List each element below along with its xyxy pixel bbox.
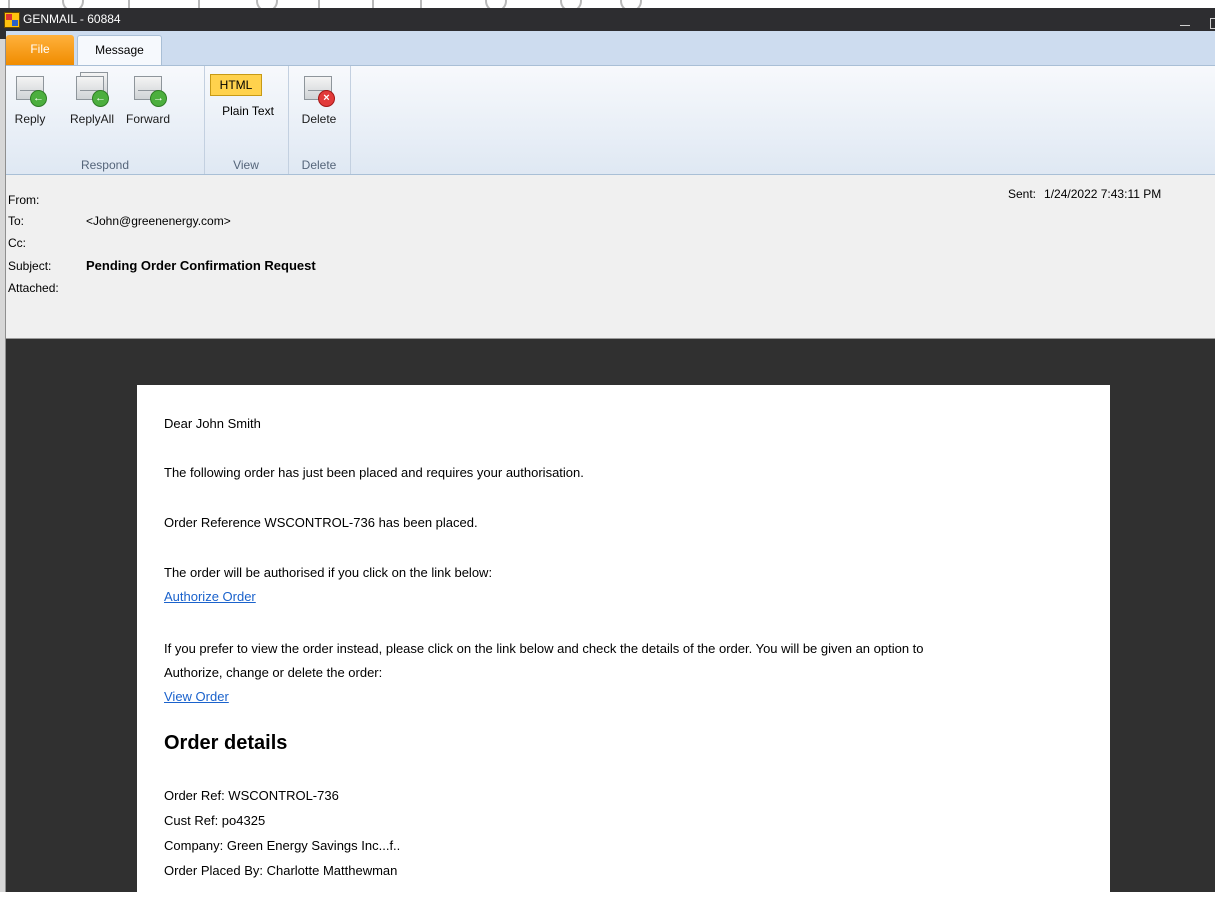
order-ref: Order Ref: WSCONTROL-736 (164, 788, 339, 803)
sent-label: Sent: (1008, 187, 1037, 201)
forward-button[interactable]: → Forward (122, 70, 174, 140)
order-details-heading: Order details (164, 732, 288, 754)
reply-all-button[interactable]: ← ReplyAll (64, 70, 120, 140)
body-line-3: The order will be authorised if you clic… (164, 565, 493, 580)
body-line-4b: Authorize, change or delete the order: (164, 665, 383, 680)
company: Company: Green Energy Savings Inc...f.. (164, 838, 401, 853)
subject-value: Pending Order Confirmation Request (86, 258, 316, 273)
cc-label: Cc: (8, 236, 26, 250)
attached-label: Attached: (8, 281, 59, 295)
html-view-toggle[interactable]: HTML (210, 74, 262, 96)
body-line-1: The following order has just been placed… (164, 465, 584, 480)
view-order-link[interactable]: View Order (164, 689, 229, 704)
authorize-order-link[interactable]: Authorize Order (164, 589, 256, 604)
delete-group-label: Delete (301, 158, 337, 172)
reply-arrow-icon: ← (30, 90, 47, 107)
order-placed-by: Order Placed By: Charlotte Matthewman (164, 863, 398, 878)
respond-group-label: Respond (80, 158, 130, 172)
forward-arrow-icon: → (150, 90, 167, 107)
body-line-2: Order Reference WSCONTROL-736 has been p… (164, 515, 478, 530)
tab-message[interactable]: Message (77, 35, 162, 65)
view-group-label: View (233, 158, 259, 172)
bottom-edge (0, 892, 1215, 900)
reply-all-arrow-icon: ← (92, 90, 109, 107)
cust-ref: Cust Ref: po4325 (164, 813, 266, 828)
from-label: From: (8, 193, 40, 207)
sent-info: Sent: 1/24/2022 7:43:11 PM (1008, 187, 1161, 201)
to-value: <John@greenenergy.com> (86, 214, 231, 228)
background-toolbar-remnant (0, 0, 690, 8)
ribbon-tab-row: File Message (6, 31, 1215, 65)
maximize-icon (1209, 18, 1215, 30)
to-label: To: (8, 214, 25, 228)
ribbon: File Message ← Reply ← ReplyAll → Forwar… (6, 31, 1215, 175)
body-line-4a: If you prefer to view the order instead,… (164, 641, 924, 656)
ribbon-panel: ← Reply ← ReplyAll → Forward Respond Vie… (6, 65, 1215, 175)
delete-x-icon: × (318, 90, 335, 107)
greeting: Dear John Smith (164, 416, 261, 431)
plain-text-view-toggle[interactable]: Plain Text (211, 104, 285, 118)
delete-group: × Delete Delete (288, 66, 351, 174)
reply-button[interactable]: ← Reply (10, 70, 50, 140)
window-title: GENMAIL - 60884 (23, 12, 121, 26)
app-icon[interactable] (4, 12, 20, 28)
message-body-area[interactable]: Dear John Smith The following order has … (6, 339, 1215, 892)
respond-group: ← Reply ← ReplyAll → Forward Respond (6, 66, 205, 174)
sent-value: 1/24/2022 7:43:11 PM (1044, 187, 1162, 201)
delete-button[interactable]: × Delete (294, 70, 344, 140)
subject-label: Subject: (8, 259, 52, 273)
tab-file[interactable]: File (6, 35, 74, 65)
message-page: Dear John Smith The following order has … (137, 385, 1110, 892)
minimize-icon (1180, 25, 1190, 27)
message-header: From: To: <John@greenenergy.com> Cc: Sub… (6, 175, 1215, 339)
